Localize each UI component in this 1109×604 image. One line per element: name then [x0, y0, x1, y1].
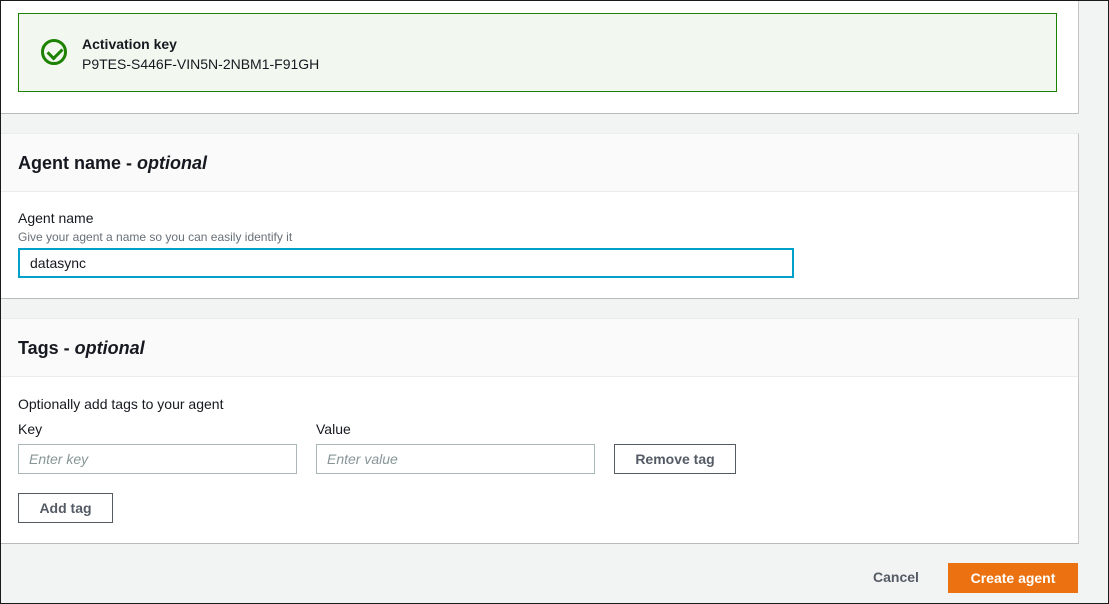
tags-header: Tags - optional [1, 319, 1078, 377]
add-tag-button[interactable]: Add tag [18, 493, 113, 523]
value-label: Value [316, 421, 351, 437]
tag-value-placeholder: Enter value [327, 451, 398, 467]
tags-header-optional: optional [74, 338, 145, 358]
remove-tag-button[interactable]: Remove tag [614, 444, 736, 474]
agent-name-input[interactable]: datasync [18, 248, 794, 278]
agent-name-header-title: Agent name - [18, 153, 138, 173]
create-agent-button[interactable]: Create agent [948, 563, 1078, 593]
tags-header-title: Tags - [18, 338, 75, 358]
agent-name-label: Agent name [18, 210, 94, 226]
activation-key-value: P9TES-S446F-VIN5N-2NBM1-F91GH [82, 56, 320, 72]
tag-value-input[interactable]: Enter value [316, 444, 595, 474]
agent-name-header-optional: optional [137, 153, 208, 173]
agent-name-description: Give your agent a name so you can easily… [18, 230, 293, 244]
tag-key-placeholder: Enter key [29, 451, 89, 467]
activation-flash: Activation key P9TES-S446F-VIN5N-2NBM1-F… [18, 13, 1057, 92]
key-label: Key [18, 421, 43, 437]
tags-intro: Optionally add tags to your agent [18, 396, 224, 412]
agent-name-header: Agent name - optional [1, 134, 1078, 192]
check-circle-icon [41, 39, 67, 65]
tags-panel: Tags - optional Optionally add tags to y… [1, 318, 1079, 544]
tag-key-input[interactable]: Enter key [18, 444, 297, 474]
agent-name-panel: Agent name - optional Agent name Give yo… [1, 133, 1079, 299]
cancel-button[interactable]: Cancel [860, 563, 932, 593]
activation-title: Activation key [82, 36, 177, 52]
activation-panel: Activation key P9TES-S446F-VIN5N-2NBM1-F… [1, 1, 1079, 114]
